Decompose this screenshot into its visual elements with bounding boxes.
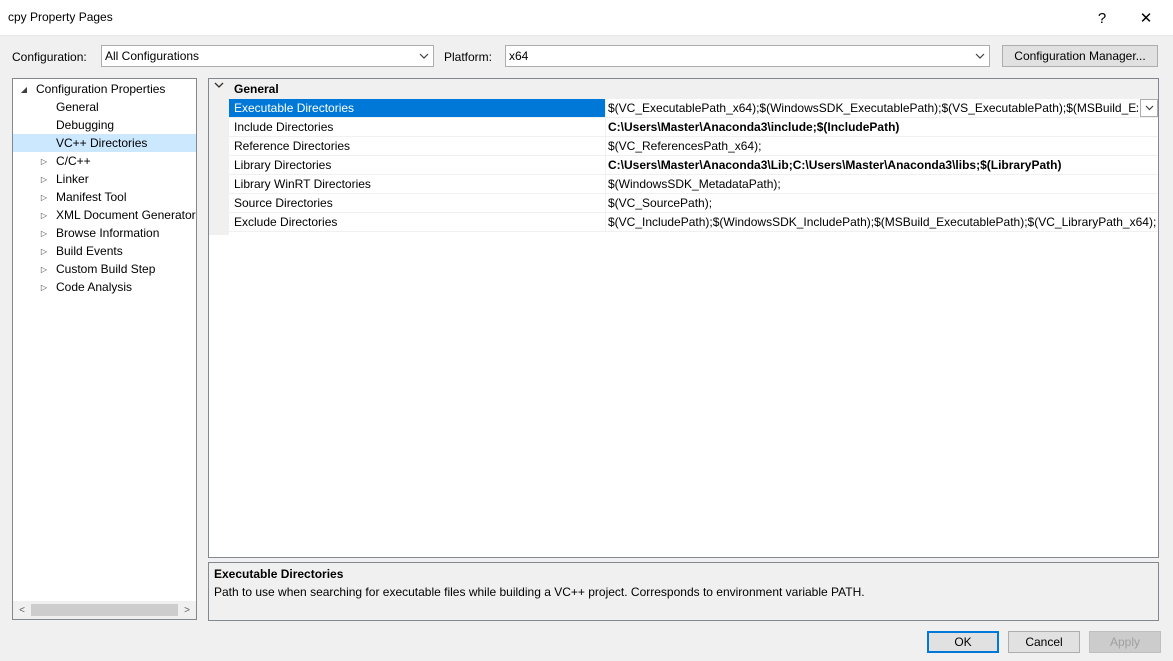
tree-item[interactable]: Browse Information [56, 224, 159, 242]
property-name[interactable]: Source Directories [229, 194, 606, 212]
property-name[interactable]: Library Directories [229, 156, 606, 174]
platform-label: Platform: [444, 50, 493, 64]
close-button[interactable]: ✕ [1126, 4, 1166, 32]
scroll-left-icon[interactable]: < [13, 601, 31, 619]
grid-gutter [209, 79, 229, 235]
property-name[interactable]: Exclude Directories [229, 213, 606, 231]
configuration-manager-button[interactable]: Configuration Manager... [1002, 45, 1158, 67]
tree-item[interactable]: Code Analysis [56, 278, 132, 296]
ok-button[interactable]: OK [927, 631, 999, 653]
tree-item[interactable]: Debugging [56, 116, 114, 134]
tree-item[interactable]: Build Events [56, 242, 123, 260]
configuration-dropdown[interactable]: All Configurations [101, 45, 434, 67]
description-pane: Executable Directories Path to use when … [208, 562, 1159, 621]
description-text: Path to use when searching for executabl… [214, 585, 865, 599]
window-title: cpy Property Pages [8, 10, 113, 24]
tree-item-configuration-properties[interactable]: Configuration Properties [36, 80, 165, 98]
chevron-down-icon [1145, 103, 1154, 114]
tree-item[interactable]: Custom Build Step [56, 260, 155, 278]
tree-item[interactable]: Linker [56, 170, 89, 188]
scroll-right-icon[interactable]: > [178, 601, 196, 619]
apply-button[interactable]: Apply [1089, 631, 1161, 653]
tree-item[interactable]: Manifest Tool [56, 188, 126, 206]
category-header[interactable]: General [209, 79, 1158, 99]
title-bar: cpy Property Pages ? ✕ [0, 0, 1173, 36]
collapsed-arrow-icon[interactable]: ▷ [39, 206, 49, 224]
horizontal-scrollbar[interactable]: < > [13, 601, 196, 619]
property-value[interactable]: C:\Users\Master\Anaconda3\include;$(Incl… [608, 118, 1158, 136]
property-value[interactable]: $(VC_ExecutablePath_x64);$(WindowsSDK_Ex… [608, 99, 1138, 117]
chevron-down-icon [971, 46, 989, 66]
property-name[interactable]: Library WinRT Directories [229, 175, 606, 193]
property-row[interactable]: Library WinRT Directories $(WindowsSDK_Me… [229, 175, 1158, 194]
property-row[interactable]: Source Directories $(VC_SourcePath); [229, 194, 1158, 213]
collapsed-arrow-icon[interactable]: ▷ [39, 188, 49, 206]
collapsed-arrow-icon[interactable]: ▷ [39, 278, 49, 296]
scrollbar-thumb[interactable] [31, 604, 178, 616]
property-name[interactable]: Reference Directories [229, 137, 606, 155]
category-tree: ◢ Configuration Properties General Debugg… [12, 78, 197, 620]
description-title: Executable Directories [214, 567, 344, 581]
configuration-label: Configuration: [12, 50, 87, 64]
value-dropdown-button[interactable] [1140, 99, 1158, 117]
tree-item[interactable]: General [56, 98, 99, 116]
property-row[interactable]: Exclude Directories $(VC_IncludePath);$(W… [229, 213, 1158, 232]
property-name[interactable]: Executable Directories [229, 99, 606, 117]
platform-dropdown[interactable]: x64 [505, 45, 990, 67]
property-name[interactable]: Include Directories [229, 118, 606, 136]
expanded-arrow-icon[interactable]: ◢ [19, 80, 29, 98]
tree-item[interactable]: XML Document Generator [56, 206, 196, 224]
property-value[interactable]: $(VC_ReferencesPath_x64); [608, 137, 1158, 155]
tree-item[interactable]: VC++ Directories [13, 134, 196, 152]
property-row[interactable]: Include Directories C:\Users\Master\Anaco… [229, 118, 1158, 137]
category-title: General [234, 82, 279, 96]
tree-item[interactable]: C/C++ [56, 152, 91, 170]
collapsed-arrow-icon[interactable]: ▷ [39, 224, 49, 242]
property-row[interactable]: Executable Directories $(VC_ExecutablePat… [229, 99, 1158, 118]
property-value[interactable]: $(VC_SourcePath); [608, 194, 1158, 212]
collapsed-arrow-icon[interactable]: ▷ [39, 152, 49, 170]
configuration-value: All Configurations [105, 49, 200, 63]
property-row[interactable]: Reference Directories $(VC_ReferencesPath… [229, 137, 1158, 156]
cancel-button[interactable]: Cancel [1008, 631, 1080, 653]
property-value[interactable]: $(VC_IncludePath);$(WindowsSDK_IncludePa… [608, 213, 1158, 231]
collapsed-arrow-icon[interactable]: ▷ [39, 170, 49, 188]
property-value[interactable]: $(WindowsSDK_MetadataPath); [608, 175, 1158, 193]
collapsed-arrow-icon[interactable]: ▷ [39, 242, 49, 260]
property-row[interactable]: Library Directories C:\Users\Master\Anaco… [229, 156, 1158, 175]
chevron-down-icon [415, 46, 433, 66]
collapsed-arrow-icon[interactable]: ▷ [39, 260, 49, 278]
property-grid: General Executable Directories $(VC_Execu… [208, 78, 1159, 558]
chevron-down-icon[interactable] [214, 81, 224, 92]
platform-value: x64 [509, 49, 529, 63]
property-value[interactable]: C:\Users\Master\Anaconda3\Lib;C:\Users\M… [608, 156, 1158, 174]
help-button[interactable]: ? [1082, 4, 1122, 32]
